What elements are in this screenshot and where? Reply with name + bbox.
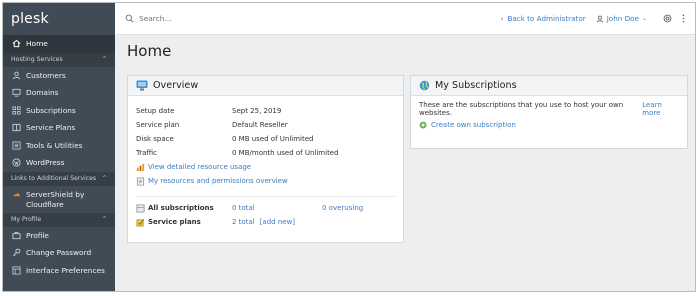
chevron-up-icon: ^ [101,175,107,182]
disk-space-row: Disk space 0 MB used of Unlimited [136,135,314,143]
my-subscriptions-card: My Subscriptions These are the subscript… [410,75,688,149]
cloudflare-icon [11,190,21,200]
subscriptions-description: These are the subscriptions that you use… [419,101,679,117]
sidebar-item-subscriptions[interactable]: Subscriptions [3,102,115,120]
search-input[interactable] [139,14,259,23]
add-new-plan-link[interactable]: [add new] [260,218,295,226]
traffic-row: Traffic 0 MB/month used of Unlimited [136,149,339,157]
top-bar: ‹ Back to Administrator John Doe ⌄ [115,3,695,35]
search-box [115,14,259,23]
create-own-subscription-link[interactable]: Create own subscription [419,118,679,132]
plesk-logo[interactable]: plesk [3,3,115,35]
sidebar-item-label: WordPress [26,158,65,168]
user-icon [11,70,21,80]
back-to-administrator-link[interactable]: ‹ Back to Administrator [501,14,586,23]
sidebar-item-service-plans[interactable]: Service Plans [3,119,115,137]
overview-header: Overview [128,76,403,96]
search-icon [125,14,134,23]
overview-card: Overview Setup date Sept 25, 2019 Servic… [127,75,404,243]
all-subscriptions-row: All subscriptions 0 total 0 overusing [136,201,395,215]
sidebar-item-label: Home [26,39,48,49]
sidebar-item-label: ServerShield by Cloudflare [26,189,85,209]
help-icon[interactable] [663,14,672,23]
sidebar-item-label: Tools & Utilities [26,140,83,150]
sidebar-item-label: Profile [26,230,49,240]
sidebar-item-label: Customers [26,70,66,80]
sidebar-item-label: Interface Preferences [26,265,105,275]
plesk-window: plesk Home Hosting Services ^ Customers … [2,2,696,292]
divider [136,196,395,197]
sidebar-item-change-password[interactable]: Change Password [3,244,115,262]
sidebar-item-domains[interactable]: Domains [3,84,115,102]
grid-icon [11,105,21,115]
my-subscriptions-title: My Subscriptions [435,80,517,91]
key-icon [11,248,21,258]
sidebar-item-label: Domains [26,88,59,98]
more-menu-icon[interactable] [682,14,685,23]
page-title: Home [127,42,172,60]
section-hosting-services[interactable]: Hosting Services ^ [3,52,115,67]
chevron-up-icon: ^ [101,216,107,223]
resources-permissions-link[interactable]: My resources and permissions overview [136,174,395,188]
user-menu[interactable]: John Doe ⌄ [596,14,647,23]
preferences-icon [11,265,21,275]
sidebar-item-customers[interactable]: Customers [3,67,115,85]
service-plan-row: Service plan Default Reseller [136,121,288,129]
chevron-up-icon: ^ [101,56,107,63]
sidebar-item-profile[interactable]: Profile [3,227,115,245]
sidebar-item-tools[interactable]: Tools & Utilities [3,137,115,155]
wordpress-icon [11,158,21,168]
sidebar-item-home[interactable]: Home [3,35,115,53]
add-subscription-icon [419,121,428,130]
sidebar-item-wordpress[interactable]: WordPress [3,154,115,172]
service-plans-icon [136,218,145,227]
chevron-left-icon: ‹ [500,14,504,23]
section-additional-services[interactable]: Links to Additional Services ^ [3,171,115,186]
plans-icon [11,123,21,133]
setup-date-row: Setup date Sept 25, 2019 [136,107,282,115]
briefcase-icon [11,230,21,240]
document-icon [136,176,145,186]
sidebar-item-label: Change Password [26,248,92,258]
monitor-icon [136,80,148,91]
tools-icon [11,140,21,150]
my-subscriptions-header: My Subscriptions [411,76,687,96]
learn-more-link[interactable]: Learn more [642,101,679,117]
main-content: Home Overview Setup date Sept 25, 2019 S… [115,35,695,291]
sidebar: plesk Home Hosting Services ^ Customers … [3,3,115,291]
chart-icon [136,163,145,172]
chevron-down-icon: ⌄ [641,15,647,22]
globe-icon [419,80,430,91]
service-plans-total-link[interactable]: 2 total [232,218,255,226]
subscriptions-icon [136,203,145,213]
service-plans-row: Service plans 2 total [add new] [136,215,395,229]
overview-title: Overview [153,80,199,91]
sidebar-item-interface-preferences[interactable]: Interface Preferences [3,262,115,280]
section-my-profile[interactable]: My Profile ^ [3,212,115,227]
sidebar-item-label: Subscriptions [26,105,76,115]
sidebar-item-label: Service Plans [26,123,76,133]
resource-usage-link[interactable]: View detailed resource usage [136,160,395,174]
sidebar-item-servershield[interactable]: ServerShield by Cloudflare [3,186,115,213]
monitor-icon [11,88,21,98]
user-icon [596,15,603,22]
overusing-link[interactable]: 0 overusing [322,204,363,212]
home-icon [11,39,21,49]
all-subscriptions-total-link[interactable]: 0 total [232,204,322,212]
